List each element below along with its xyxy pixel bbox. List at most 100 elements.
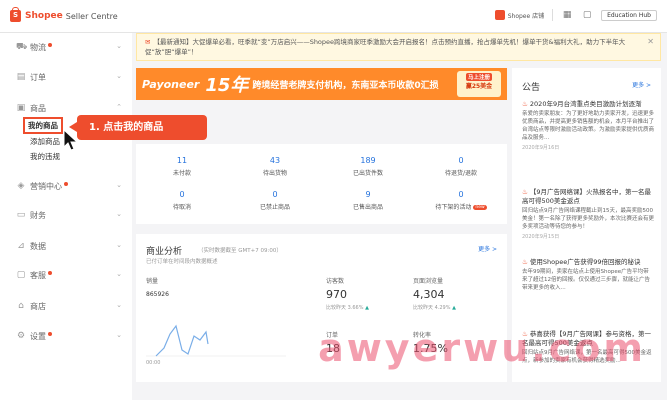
sidebar-sub-violations[interactable]: 我的违规 xyxy=(30,151,60,162)
metric-change: 4.29% xyxy=(434,305,451,311)
todo-item[interactable]: 0 待下架的活动 new xyxy=(415,190,507,211)
announcement-item[interactable]: ♨ 恭喜获得【9月广告网课】参与资格，第一名最高可得500美金返点 回归站点9月… xyxy=(522,330,654,365)
megaphone-icon: ✉ xyxy=(145,38,151,46)
todo-item[interactable]: 189 已出货件数 xyxy=(322,156,414,177)
todo-label: 待下架的活动 new xyxy=(415,202,507,211)
sidebar-sub-my-products[interactable]: 我的商品 xyxy=(23,117,63,134)
todo-item[interactable]: 0 待取消 xyxy=(136,190,228,211)
todo-count: 11 xyxy=(176,156,188,165)
announcement-item[interactable]: ♨ 【9月广告网络课】火热报名中，第一名最高可得500美金返点 回归站点9月广告… xyxy=(522,188,654,240)
fire-icon: ♨ xyxy=(522,258,528,266)
announcements-title: 公告 xyxy=(522,83,541,93)
notice-bar[interactable]: ✉ 【最新通知】大促爆单必看，旺季就“变”万店启兴——Shopee跨境商家旺季激励… xyxy=(136,33,661,61)
banner-text: 跨境经营老牌支付机构，东南亚本币收款0汇损 xyxy=(252,80,439,91)
shopee-bag-icon: S xyxy=(10,7,21,22)
announcement-date: 2020年9月15日 xyxy=(522,234,560,240)
mouse-cursor-icon xyxy=(63,128,79,151)
sidebar-item-customer-service[interactable]: ▢ 客服 ⌄ xyxy=(0,265,132,285)
todo-count: 189 xyxy=(360,156,376,165)
announcement-title: 恭喜获得【9月广告网课】参与资格，第一名最高可得500美金返点 xyxy=(522,330,652,347)
red-dot-badge xyxy=(64,182,68,186)
chevron-down-icon: ⌄ xyxy=(116,241,122,249)
truck-icon: ⛟ xyxy=(16,42,28,52)
announcement-title: 使用Shopee广告获得99倍回报的秘诀 xyxy=(529,258,641,266)
orders-metric[interactable]: 订单 18 xyxy=(326,330,340,355)
metric-compare-label: 比较昨天 xyxy=(326,305,347,311)
todo-label: 待出货物 xyxy=(262,170,287,177)
sidebar-item-orders[interactable]: ▤ 订单 ⌄ xyxy=(0,67,132,87)
sidebar-item-settings[interactable]: ⚙ 设置 ⌄ xyxy=(0,326,132,346)
announcement-body: 去年99期间，卖家在站点上使用Shopee广告平均带来了超过12倍的回报。仅仅通… xyxy=(522,269,651,291)
sidebar-item-finance[interactable]: ▭ 财务 ⌄ xyxy=(0,205,132,225)
banner-cta-line1: 马上注册 xyxy=(465,73,492,81)
metric-label: 销量 xyxy=(146,278,159,285)
metric-label: 页面浏览量 xyxy=(413,278,444,285)
shop-switcher[interactable]: Shopee 店铺 xyxy=(494,10,544,20)
chart-x-label: 00:00 xyxy=(146,360,161,366)
todo-count: 0 xyxy=(179,190,185,199)
close-icon[interactable]: ✕ xyxy=(647,37,654,47)
banner-cta-line2: 赢25美金 xyxy=(465,83,493,90)
sales-metric[interactable]: 销量 865926 xyxy=(146,276,169,298)
arrow-up-icon: ▲ xyxy=(365,305,369,311)
todo-item[interactable]: 11 未付款 xyxy=(136,156,228,177)
todo-item[interactable]: 0 已禁止商品 xyxy=(229,190,321,211)
sidebar-item-shop[interactable]: ⌂ 商店 ⌄ xyxy=(0,296,132,316)
apps-grid-icon[interactable]: ▦ xyxy=(561,9,573,21)
sidebar-item-data[interactable]: ⊿ 数据 ⌄ xyxy=(0,236,132,256)
announcement-item[interactable]: ♨ 2020年9月台湾重点类目激励计划逐渐 亲爱的卖家朋友：为了更好地助力卖家开… xyxy=(522,100,654,151)
todo-count: 0 xyxy=(458,190,464,199)
shop-avatar xyxy=(494,10,505,20)
shop-icon: ⌂ xyxy=(18,301,24,311)
top-right-tools: Shopee 店铺 ▦ ▢ Education Hub xyxy=(494,9,657,21)
todo-item[interactable]: 43 待出货物 xyxy=(229,156,321,177)
sidebar-item-label: 订单 xyxy=(30,72,46,82)
announcements-more-link[interactable]: 更多 > xyxy=(632,80,651,89)
wallet-icon: ▭ xyxy=(16,210,26,220)
chart-icon: ⊿ xyxy=(17,241,25,251)
sidebar-sub-add-product[interactable]: 添加商品 xyxy=(30,136,60,147)
gear-icon: ⚙ xyxy=(16,331,26,341)
metric-compare-label: 比较昨天 xyxy=(413,305,434,311)
todo-label: 已出货件数 xyxy=(352,170,383,177)
fire-icon: ♨ xyxy=(522,100,528,108)
sales-trend-line xyxy=(155,324,209,357)
todo-label: 待退货/退款 xyxy=(444,170,478,177)
notification-icon[interactable]: ▢ xyxy=(581,9,593,21)
sidebar: ⛟ 物流 ⌄ ▤ 订单 ⌄ ▣ 商品 ⌃ 我的商品 添加商品 我的违规 ◈ 营销… xyxy=(0,33,132,400)
top-bar: S Shopee Seller Centre Shopee 店铺 ▦ ▢ Edu… xyxy=(0,0,667,33)
conversion-metric[interactable]: 转化率 1.75% xyxy=(413,330,448,355)
pageviews-metric[interactable]: 页面浏览量 4,304 比较昨天 4.29% ▲ xyxy=(413,276,456,311)
shopee-logo[interactable]: S Shopee Seller Centre xyxy=(10,7,118,22)
business-insights-panel: 商业分析 （实时数据截至 GMT+7 09:00） 更多 > 已付订单在时间段内… xyxy=(136,234,507,382)
bag-icon: ▣ xyxy=(16,103,26,113)
chevron-up-icon: ⌃ xyxy=(116,103,122,111)
divider xyxy=(552,9,554,21)
metric-label: 转化率 xyxy=(413,332,432,339)
banner-cta[interactable]: 马上注册 赢25美金 xyxy=(457,71,501,97)
payoneer-ad-banner[interactable]: Payoneer 15年 跨境经营老牌支付机构，东南亚本币收款0汇损 马上注册 … xyxy=(136,68,507,100)
announcement-title: 【9月广告网络课】火热报名中，第一名最高可得500美金返点 xyxy=(522,188,652,205)
red-dot-badge xyxy=(48,271,52,275)
todo-label: 已禁止商品 xyxy=(259,204,290,211)
logo-title: Shopee xyxy=(25,11,63,21)
sidebar-item-marketing[interactable]: ◈ 营销中心 ⌄ xyxy=(0,176,132,196)
metric-change: 3.66% xyxy=(347,305,364,311)
todo-item[interactable]: 0 待退货/退款 xyxy=(415,156,507,177)
visitors-metric[interactable]: 访客数 970 比较昨天 3.66% ▲ xyxy=(326,276,369,311)
announcement-item[interactable]: ♨ 使用Shopee广告获得99倍回报的秘诀 去年99期间，卖家在站点上使用Sh… xyxy=(522,258,654,292)
banner-headline: 15年 xyxy=(205,75,249,96)
fire-icon: ♨ xyxy=(522,330,528,338)
metric-compare: 比较昨天 3.66% ▲ xyxy=(326,304,369,311)
announcement-title: 2020年9月台湾重点类目激励计划逐渐 xyxy=(529,100,642,108)
metric-value: 1.75% xyxy=(413,342,448,355)
todo-item[interactable]: 9 已售出商品 xyxy=(322,190,414,211)
announcement-body: 回归站点9月广告网络课，第一名最高可得500美金返点，新参加的卖家有机会获得精选… xyxy=(522,350,652,364)
education-hub-button[interactable]: Education Hub xyxy=(601,9,657,21)
metric-label: 访客数 xyxy=(326,278,345,285)
sidebar-item-label: 财务 xyxy=(30,210,46,220)
biz-more-link[interactable]: 更多 > xyxy=(478,244,497,253)
sidebar-item-logistics[interactable]: ⛟ 物流 ⌄ xyxy=(0,37,132,57)
sidebar-item-label: 商店 xyxy=(30,301,46,311)
tag-icon: ◈ xyxy=(17,181,25,191)
